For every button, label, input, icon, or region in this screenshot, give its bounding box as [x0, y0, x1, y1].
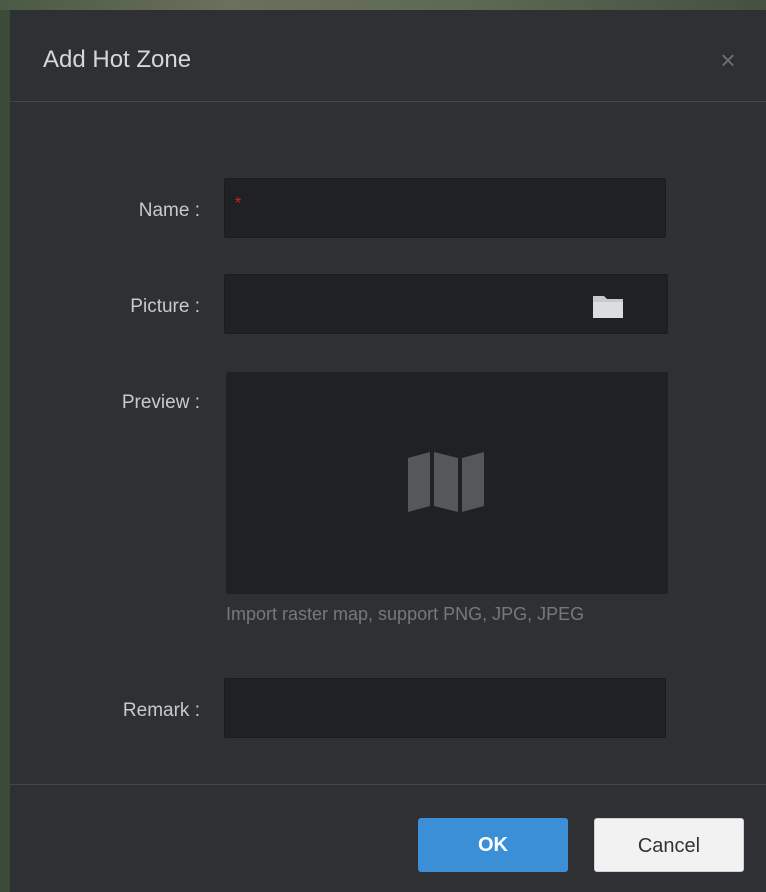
- cancel-button[interactable]: Cancel: [594, 818, 744, 872]
- preview-label: Preview :: [121, 392, 200, 413]
- add-hot-zone-dialog: Add Hot Zone × Name : * Picture : Previe…: [10, 10, 766, 892]
- required-indicator: *: [235, 195, 242, 212]
- preview-area: [226, 372, 668, 594]
- preview-hint: Import raster map, support PNG, JPG, JPE…: [226, 604, 585, 624]
- picture-input[interactable]: [224, 274, 668, 334]
- name-label: Name :: [138, 200, 200, 221]
- remark-label: Remark :: [122, 700, 200, 721]
- dialog-title: Add Hot Zone: [43, 46, 192, 73]
- remark-input[interactable]: [224, 678, 666, 738]
- background-window: [0, 0, 766, 10]
- name-input[interactable]: *: [224, 178, 666, 238]
- picture-label: Picture :: [130, 296, 200, 317]
- footer-divider: [10, 784, 766, 785]
- folder-icon[interactable]: [591, 292, 625, 320]
- ok-button[interactable]: OK: [418, 818, 568, 872]
- map-icon: [408, 452, 484, 512]
- dialog-header: Add Hot Zone ×: [10, 10, 766, 102]
- close-icon[interactable]: ×: [714, 46, 742, 74]
